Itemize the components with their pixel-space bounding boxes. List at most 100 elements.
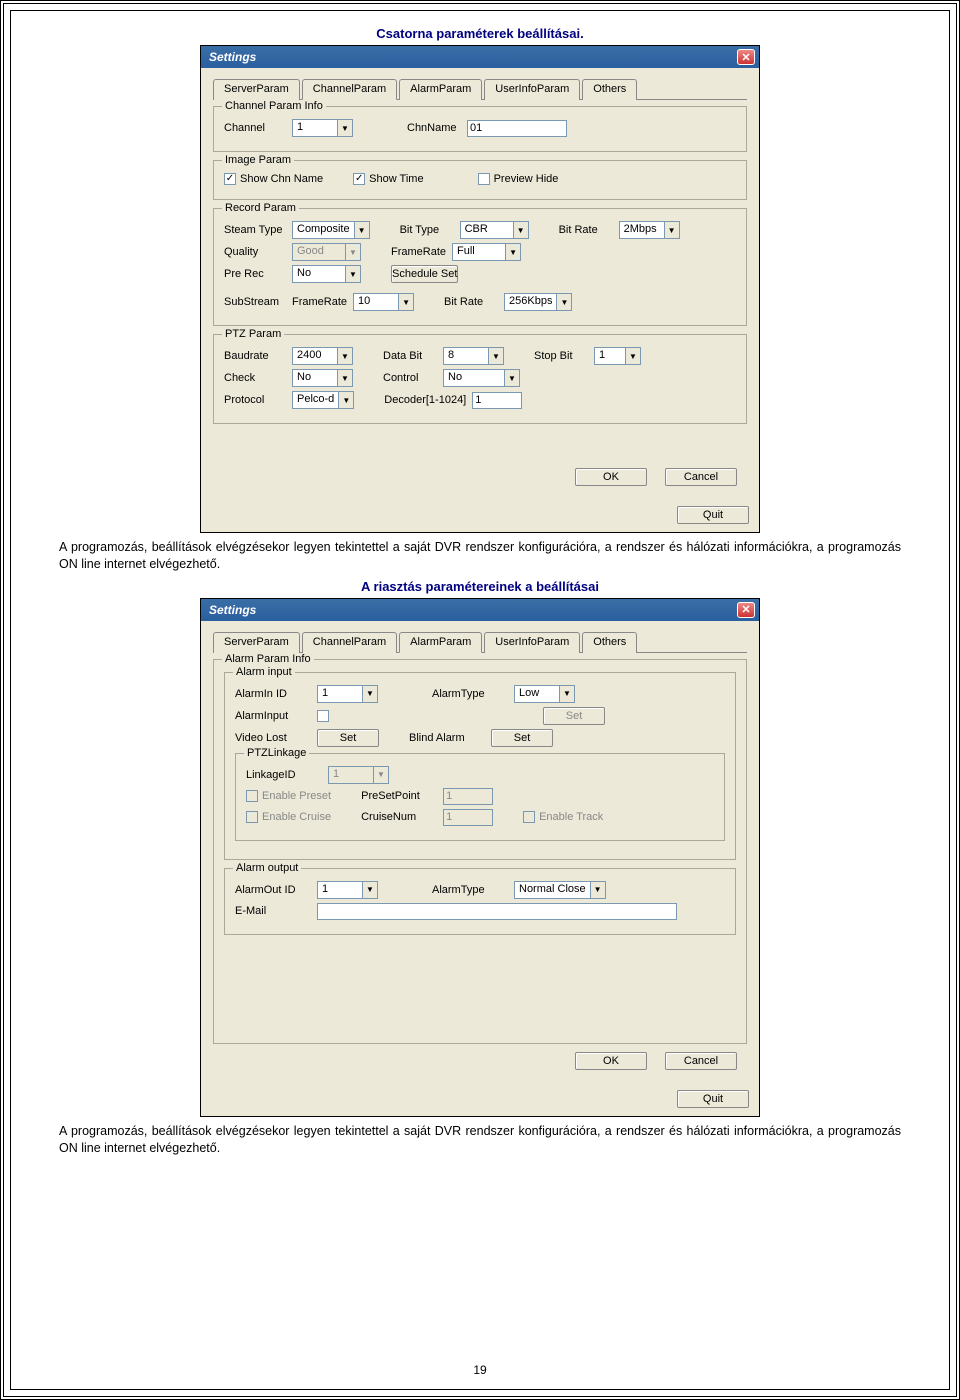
tab-userinfoparam[interactable]: UserInfoParam [484, 632, 580, 653]
linkage-id-label: LinkageID [246, 769, 322, 781]
alarmtype-out-select[interactable]: Normal Close▼ [514, 881, 606, 899]
protocol-select[interactable]: Pelco-d▼ [292, 391, 354, 409]
legend: Record Param [222, 202, 299, 214]
quit-button[interactable]: Quit [677, 1090, 749, 1108]
chevron-down-icon[interactable]: ▼ [398, 294, 413, 310]
chevron-down-icon[interactable]: ▼ [556, 294, 571, 310]
baudrate-select[interactable]: 2400▼ [292, 347, 353, 365]
legend: PTZLinkage [244, 747, 309, 759]
doc-paragraph-1: A programozás, beállítások elvégzésekor … [59, 539, 901, 573]
framerate-label: FrameRate [391, 246, 446, 258]
steam-type-select[interactable]: Composite▼ [292, 221, 370, 239]
settings-dialog-2: Settings ✕ ServerParam ChannelParam Alar… [200, 598, 760, 1117]
schedule-set-button[interactable]: Schedule Set [391, 265, 458, 283]
bit-rate-select[interactable]: 2Mbps▼ [619, 221, 680, 239]
chevron-down-icon[interactable]: ▼ [337, 348, 352, 364]
quit-button[interactable]: Quit [677, 506, 749, 524]
email-input[interactable] [317, 903, 677, 920]
chevron-down-icon[interactable]: ▼ [590, 882, 605, 898]
video-lost-set-button[interactable]: Set [317, 729, 379, 747]
image-param: Image Param ✓Show Chn Name ✓Show Time Pr… [213, 160, 747, 200]
cancel-button[interactable]: Cancel [665, 468, 737, 486]
bit-type-select[interactable]: CBR▼ [460, 221, 529, 239]
substream-label: SubStream [224, 296, 286, 308]
tab-serverparam[interactable]: ServerParam [213, 79, 300, 100]
enable-cruise-checkbox: Enable Cruise [246, 811, 331, 823]
alarminput-label: AlarmInput [235, 710, 311, 722]
ok-button[interactable]: OK [575, 468, 647, 486]
alarmout-id-select[interactable]: 1▼ [317, 881, 378, 899]
ptz-linkage: PTZLinkage LinkageID 1▼ Enable Preset Pr… [235, 753, 725, 841]
quality-label: Quality [224, 246, 286, 258]
check-select[interactable]: No▼ [292, 369, 353, 387]
tab-alarmparam[interactable]: AlarmParam [399, 79, 482, 100]
alarmtype-select[interactable]: Low▼ [514, 685, 575, 703]
chevron-down-icon[interactable]: ▼ [362, 882, 377, 898]
chevron-down-icon[interactable]: ▼ [488, 348, 503, 364]
sub-framerate-select[interactable]: 10▼ [353, 293, 414, 311]
chevron-down-icon[interactable]: ▼ [559, 686, 574, 702]
chevron-down-icon[interactable]: ▼ [337, 370, 352, 386]
chevron-down-icon[interactable]: ▼ [664, 222, 679, 238]
alarminput-checkbox[interactable] [317, 710, 329, 722]
cruisenum-input [443, 809, 493, 826]
decoder-label: Decoder[1-1024] [384, 394, 466, 406]
legend: Channel Param Info [222, 100, 326, 112]
protocol-label: Protocol [224, 394, 286, 406]
tab-userinfoparam[interactable]: UserInfoParam [484, 79, 580, 100]
window-title: Settings [205, 50, 737, 64]
tab-others[interactable]: Others [582, 79, 637, 100]
cancel-button[interactable]: Cancel [665, 1052, 737, 1070]
databit-label: Data Bit [383, 350, 437, 362]
section-title-1: Csatorna paraméterek beállításai. [59, 26, 901, 41]
sub-bitrate-select[interactable]: 256Kbps▼ [504, 293, 572, 311]
titlebar: Settings ✕ [201, 46, 759, 68]
pre-rec-label: Pre Rec [224, 268, 286, 280]
channel-select[interactable]: 1▼ [292, 119, 353, 137]
chevron-down-icon[interactable]: ▼ [625, 348, 640, 364]
chevron-down-icon[interactable]: ▼ [338, 392, 353, 408]
ok-button[interactable]: OK [575, 1052, 647, 1070]
chevron-down-icon[interactable]: ▼ [505, 244, 520, 260]
preview-hide-checkbox[interactable]: Preview Hide [478, 173, 559, 185]
tab-channelparam[interactable]: ChannelParam [302, 632, 397, 653]
chevron-down-icon[interactable]: ▼ [345, 266, 360, 282]
legend: Alarm output [233, 862, 301, 874]
page-body: Csatorna paraméterek beállításai. Settin… [10, 10, 950, 1390]
titlebar: Settings ✕ [201, 599, 759, 621]
tab-alarmparam[interactable]: AlarmParam [399, 632, 482, 653]
tab-strip: ServerParam ChannelParam AlarmParam User… [213, 78, 747, 100]
pre-rec-select[interactable]: No▼ [292, 265, 361, 283]
alarm-param-info: Alarm Param Info Alarm input AlarmIn ID … [213, 659, 747, 1044]
steam-type-label: Steam Type [224, 224, 286, 236]
chnname-input[interactable] [467, 120, 567, 137]
baudrate-label: Baudrate [224, 350, 286, 362]
blind-alarm-set-button[interactable]: Set [491, 729, 553, 747]
tab-others[interactable]: Others [582, 632, 637, 653]
close-icon[interactable]: ✕ [737, 602, 755, 618]
tab-serverparam[interactable]: ServerParam [213, 632, 300, 653]
sub-framerate-label: FrameRate [292, 296, 347, 308]
framerate-select[interactable]: Full▼ [452, 243, 521, 261]
alarm-input: Alarm input AlarmIn ID 1▼ AlarmType Low▼… [224, 672, 736, 860]
show-time-checkbox[interactable]: ✓Show Time [353, 173, 423, 185]
cruisenum-label: CruiseNum [361, 811, 437, 823]
tab-strip: ServerParam ChannelParam AlarmParam User… [213, 631, 747, 653]
databit-select[interactable]: 8▼ [443, 347, 504, 365]
chevron-down-icon[interactable]: ▼ [337, 120, 352, 136]
alarmin-id-select[interactable]: 1▼ [317, 685, 378, 703]
close-icon[interactable]: ✕ [737, 49, 755, 65]
chevron-down-icon[interactable]: ▼ [513, 222, 528, 238]
decoder-input[interactable] [472, 392, 522, 409]
stopbit-select[interactable]: 1▼ [594, 347, 641, 365]
bit-rate-label: Bit Rate [559, 224, 613, 236]
control-select[interactable]: No▼ [443, 369, 520, 387]
window-title: Settings [205, 603, 737, 617]
chevron-down-icon[interactable]: ▼ [354, 222, 369, 238]
alarmtype-label: AlarmType [432, 688, 508, 700]
chevron-down-icon[interactable]: ▼ [362, 686, 377, 702]
chevron-down-icon[interactable]: ▼ [504, 370, 519, 386]
section-title-2: A riasztás paramétereinek a beállításai [59, 579, 901, 594]
tab-channelparam[interactable]: ChannelParam [302, 79, 397, 100]
show-chn-name-checkbox[interactable]: ✓Show Chn Name [224, 173, 323, 185]
